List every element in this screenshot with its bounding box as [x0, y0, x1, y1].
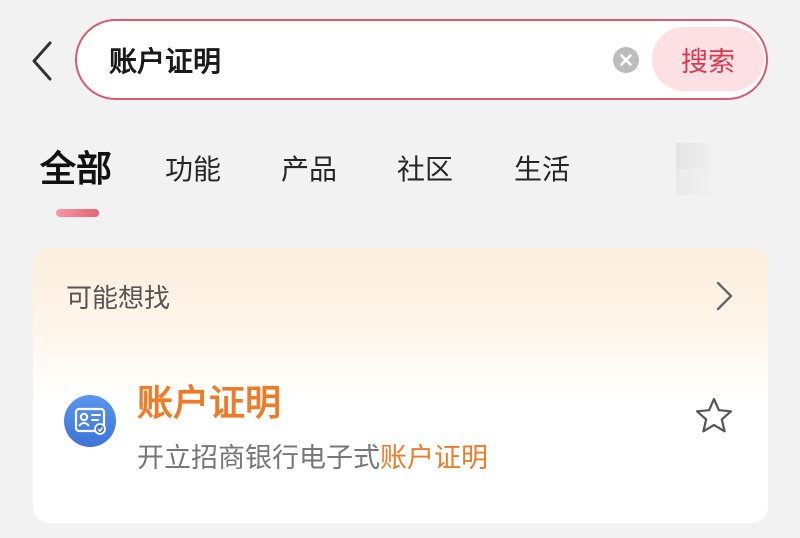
tab-life[interactable]: 生活 [514, 148, 570, 188]
search-input[interactable] [109, 39, 589, 81]
favorite-button[interactable] [694, 396, 734, 436]
suggestion-card-header[interactable]: 可能想找 [33, 248, 768, 344]
result-description-highlight: 账户证明 [380, 443, 488, 474]
tab-scroll-fade [658, 140, 800, 196]
result-description: 开立招商银行电子式账户证明 [137, 436, 488, 475]
result-item[interactable]: 账户证明 开立招商银行电子式账户证明 [33, 358, 768, 508]
suggestion-card: 可能想找 账户证明 开立招商银行电子式账户证明 [33, 248, 768, 523]
suggestion-card-title: 可能想找 [66, 284, 171, 314]
star-icon [695, 397, 733, 433]
chevron-left-icon [32, 41, 52, 81]
tab-all[interactable]: 全部 [40, 140, 112, 192]
clear-search-button[interactable] [613, 47, 639, 73]
certificate-icon [64, 395, 116, 447]
tab-community[interactable]: 社区 [397, 148, 453, 188]
tab-functions[interactable]: 功能 [165, 148, 221, 188]
result-title: 账户证明 [137, 383, 282, 424]
chevron-right-icon [716, 281, 733, 311]
active-tab-indicator [56, 209, 99, 217]
search-results-page: 搜索 全部 功能 产品 社区 生活 可能想找 [0, 0, 800, 538]
back-button[interactable] [22, 38, 62, 84]
search-button[interactable]: 搜索 [652, 27, 764, 91]
close-icon [620, 54, 632, 66]
search-bar: 搜索 [75, 19, 768, 100]
tab-products[interactable]: 产品 [281, 148, 337, 188]
result-description-text: 开立招商银行电子式 [137, 443, 380, 474]
